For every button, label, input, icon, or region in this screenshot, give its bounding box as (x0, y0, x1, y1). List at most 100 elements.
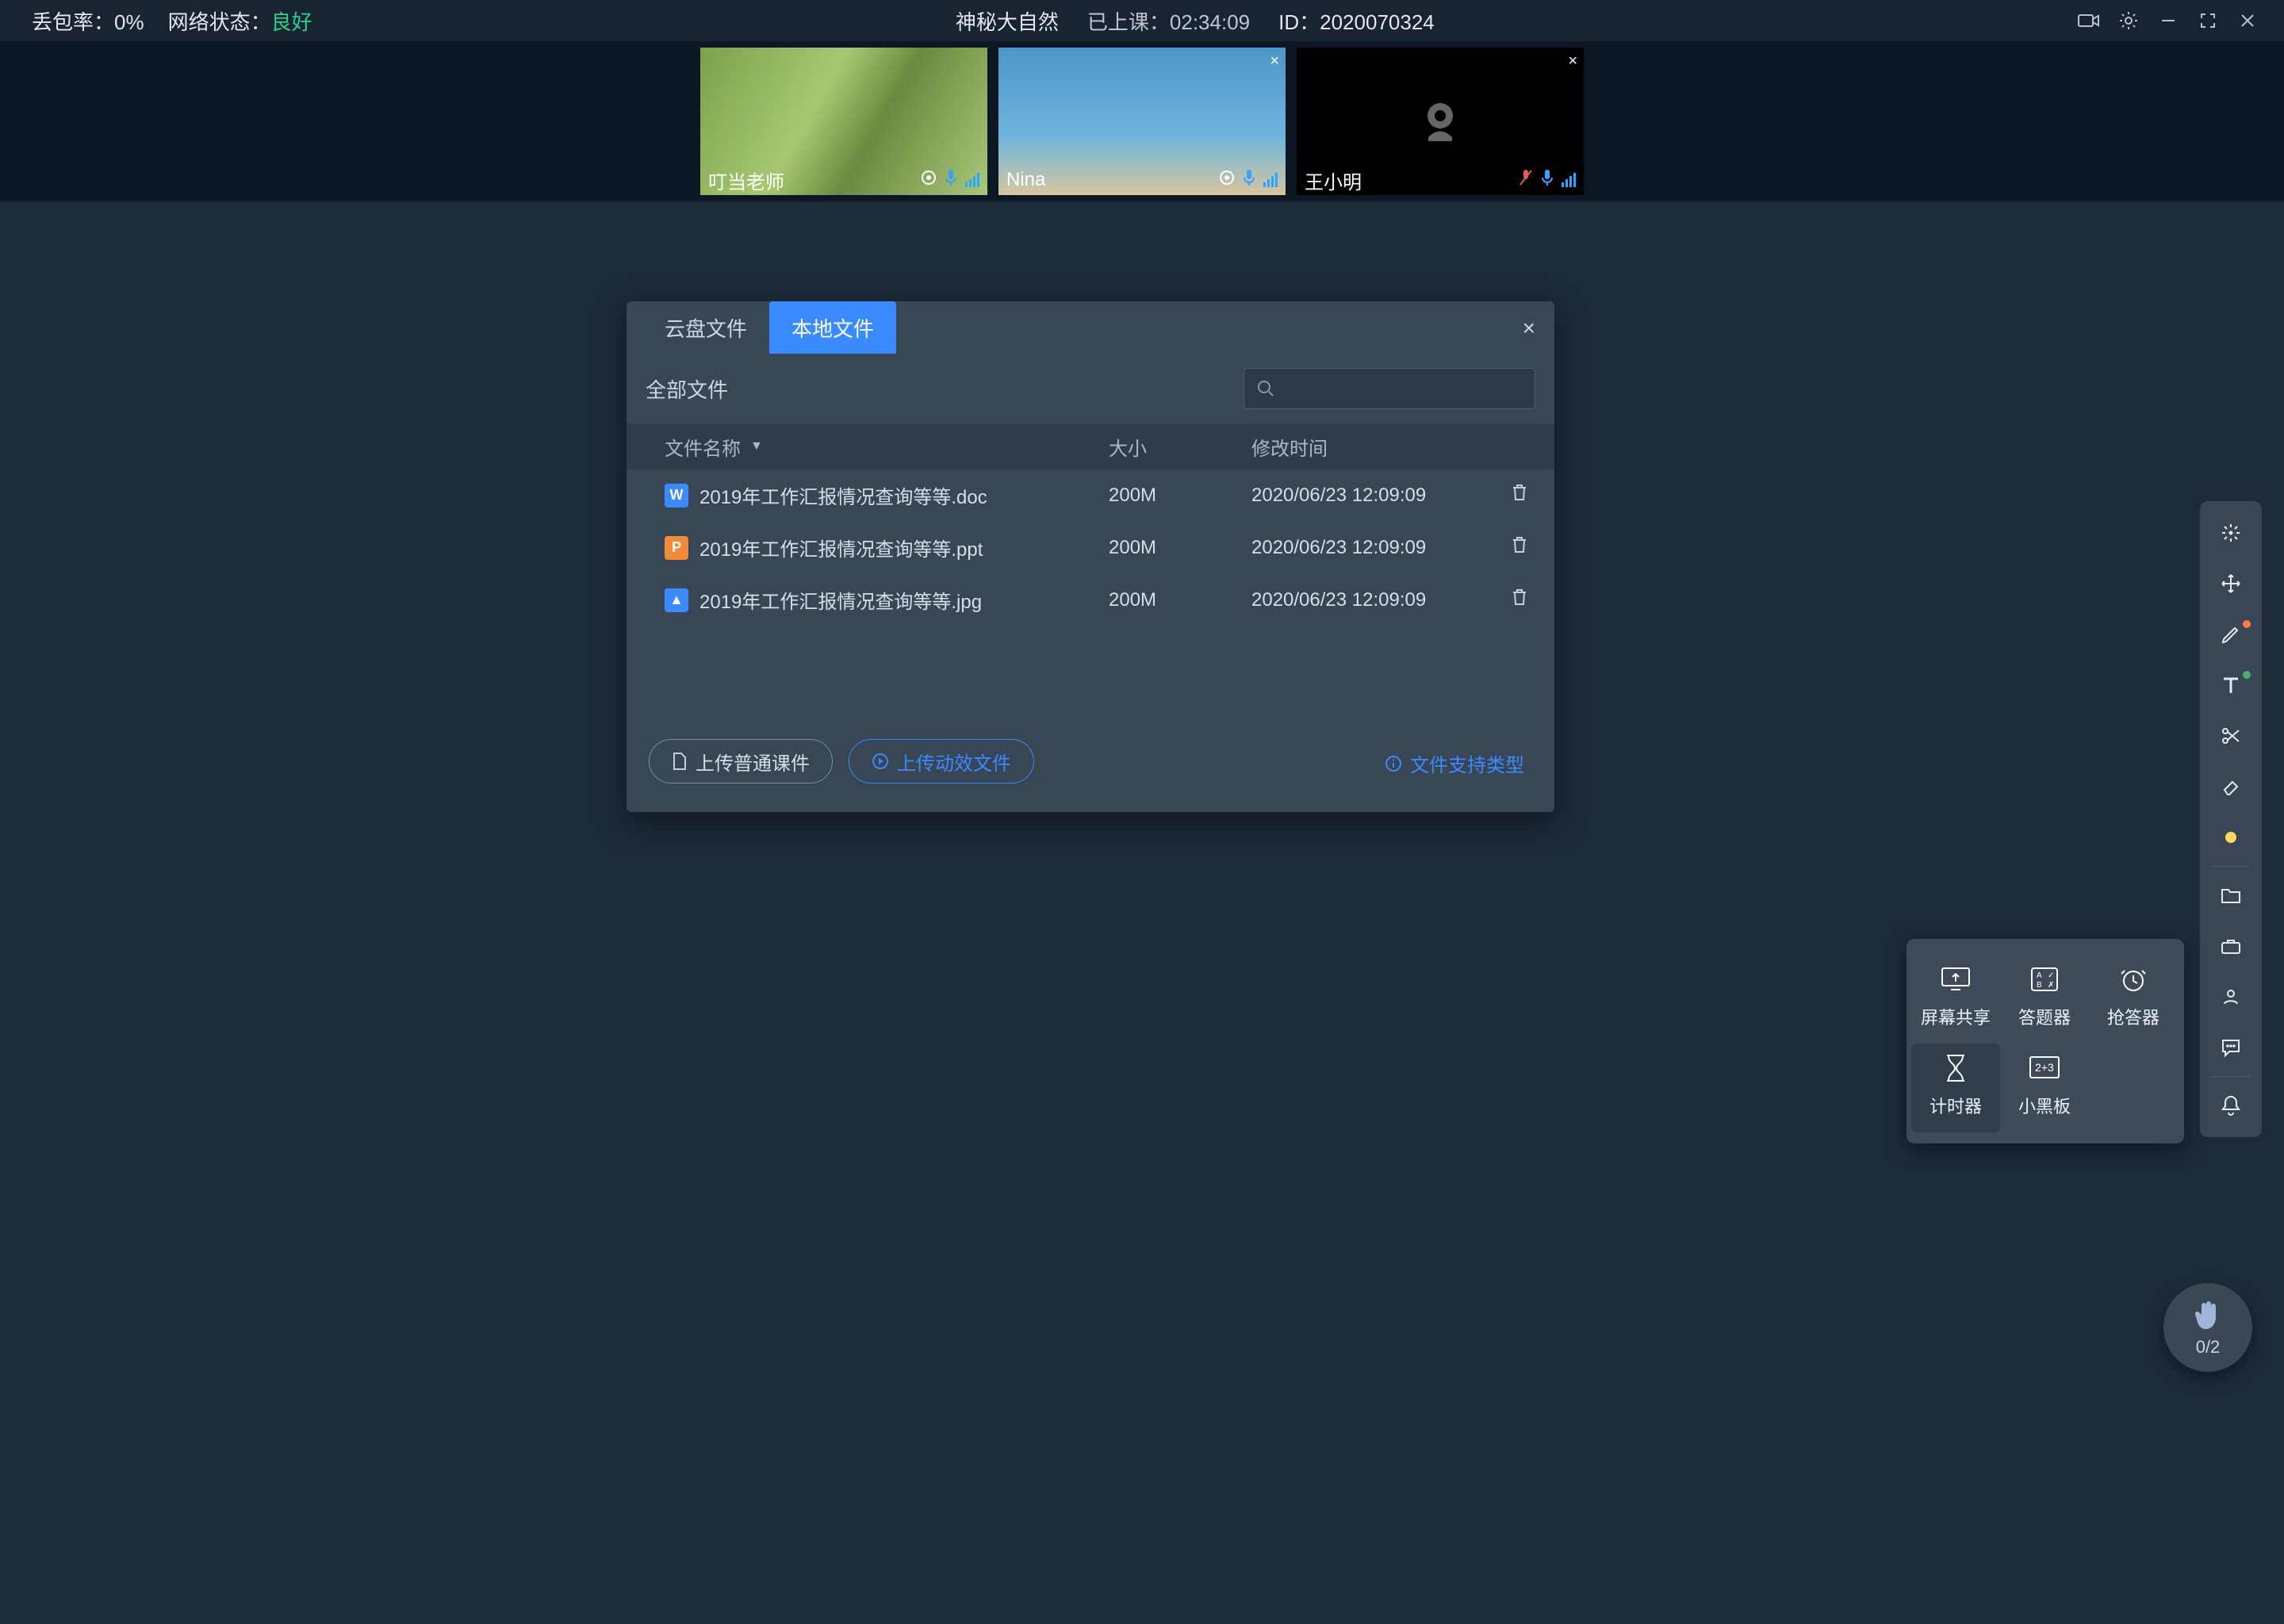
table-header: 文件名称 ▼ 大小 修改时间 (627, 423, 1554, 469)
signal-bars-icon (1562, 173, 1576, 187)
packet-loss-value: 0% (114, 10, 144, 34)
delete-file-icon[interactable] (1504, 588, 1535, 612)
svg-text:✗: ✗ (2048, 981, 2054, 990)
hand-raise-button[interactable]: 0/2 (2163, 1283, 2252, 1372)
participant-close-icon[interactable]: × (1568, 52, 1577, 71)
participant-tile[interactable]: 叮当老师 (700, 48, 987, 195)
network-status-label: 网络状态： (168, 10, 271, 34)
right-toolbar (2200, 501, 2262, 1137)
participant-name: 王小明 (1305, 167, 1362, 194)
mic-muted-icon (1519, 169, 1533, 192)
sort-desc-icon[interactable]: ▼ (750, 439, 763, 454)
table-row[interactable]: P 2019年工作汇报情况查询等等.ppt 200M 2020/06/23 12… (627, 522, 1554, 574)
room-id-label: ID： (1278, 10, 1320, 34)
pen-tool[interactable] (2200, 609, 2262, 660)
file-size: 200M (1109, 485, 1251, 507)
search-field[interactable] (1274, 377, 1522, 400)
tab-cloud-files[interactable]: 云盘文件 (642, 301, 769, 354)
file-mtime: 2020/06/23 12:09:09 (1251, 589, 1504, 611)
blackboard-tool[interactable]: 2+3 小黑板 (2000, 1044, 2089, 1132)
ppt-file-icon: P (665, 536, 688, 560)
camera-toggle-icon[interactable] (2078, 10, 2100, 32)
toolbox-tool[interactable] (2200, 921, 2262, 971)
quiz-icon: A ✓ B ✗ (2025, 963, 2064, 996)
filter-all-files[interactable]: 全部文件 (646, 374, 728, 404)
hourglass-icon (1937, 1051, 1975, 1085)
color-picker-tool[interactable] (2200, 812, 2262, 863)
mic-icon (1243, 169, 1255, 192)
file-size: 200M (1109, 537, 1251, 559)
screen-share-tool[interactable]: 屏幕共享 (1911, 955, 2000, 1044)
top-bar: 丢包率：0% 网络状态：良好 神秘大自然 已上课：02:34:09 ID：202… (0, 0, 2284, 41)
hand-raise-count: 0/2 (2196, 1337, 2221, 1358)
video-strip: 叮当老师 × Nina × 王小明 (0, 41, 2284, 201)
quiz-tool[interactable]: A✓B✗ 答题器 (2000, 955, 2089, 1044)
participant-tile[interactable]: × Nina (998, 48, 1286, 195)
file-name: 2019年工作汇报情况查询等等.doc (699, 481, 987, 509)
delete-file-icon[interactable] (1504, 535, 1535, 560)
text-tool[interactable] (2200, 660, 2262, 710)
elapsed-label: 已上课： (1087, 10, 1170, 34)
participant-close-icon[interactable]: × (1270, 52, 1279, 71)
camera-status-icon (921, 169, 937, 191)
alarm-clock-icon (2114, 963, 2152, 996)
buzzer-tool[interactable]: 抢答器 (2089, 955, 2178, 1044)
info-icon (1385, 755, 1402, 772)
svg-text:2+3: 2+3 (2035, 1061, 2054, 1074)
move-tool[interactable] (2200, 558, 2262, 609)
users-tool[interactable] (2200, 971, 2262, 1022)
files-tool[interactable] (2200, 870, 2262, 921)
mic-icon (945, 169, 957, 192)
bell-tool[interactable] (2200, 1080, 2262, 1131)
chat-tool[interactable] (2200, 1022, 2262, 1073)
document-icon (672, 752, 688, 771)
svg-text:✓: ✓ (2048, 971, 2054, 980)
table-row[interactable]: W 2019年工作汇报情况查询等等.doc 200M 2020/06/23 12… (627, 469, 1554, 522)
upload-normal-button[interactable]: 上传普通课件 (649, 739, 833, 783)
col-name[interactable]: 文件名称 (665, 433, 741, 461)
room-id-value: 2020070324 (1320, 10, 1435, 34)
file-mtime: 2020/06/23 12:09:09 (1251, 537, 1504, 559)
dialog-close-icon[interactable]: × (1523, 316, 1535, 341)
participant-tile[interactable]: × 王小明 (1297, 48, 1584, 195)
svg-text:B: B (2037, 981, 2042, 990)
minimize-icon[interactable] (2157, 10, 2179, 32)
svg-text:A: A (2037, 971, 2042, 980)
signal-bars-icon (965, 173, 979, 187)
mic-icon (1541, 169, 1554, 192)
blackboard-icon: 2+3 (2025, 1051, 2064, 1085)
close-window-icon[interactable] (2236, 10, 2259, 32)
doc-file-icon: W (665, 484, 688, 508)
participant-name: Nina (1006, 169, 1045, 191)
elapsed-value: 02:34:09 (1170, 10, 1250, 34)
file-name: 2019年工作汇报情况查询等等.ppt (699, 534, 983, 561)
scissors-tool[interactable] (2200, 710, 2262, 761)
network-status-value: 良好 (271, 10, 312, 34)
tools-popover: 屏幕共享 A✓B✗ 答题器 抢答器 计时器 2+3 小黑板 (1907, 939, 2184, 1143)
supported-types-link[interactable]: 文件支持类型 (1385, 749, 1524, 777)
upload-dynamic-button[interactable]: 上传动效文件 (849, 739, 1034, 783)
camera-status-icon (1219, 169, 1235, 191)
col-mtime[interactable]: 修改时间 (1251, 433, 1535, 461)
laser-pointer-tool[interactable] (2200, 508, 2262, 558)
file-size: 200M (1109, 589, 1251, 611)
settings-gear-icon[interactable] (2117, 10, 2140, 32)
signal-bars-icon (1263, 173, 1278, 187)
search-icon (1257, 380, 1274, 397)
packet-loss-label: 丢包率： (32, 10, 114, 34)
participant-name: 叮当老师 (708, 167, 784, 194)
fullscreen-icon[interactable] (2197, 10, 2219, 32)
col-size[interactable]: 大小 (1109, 433, 1251, 461)
file-mtime: 2020/06/23 12:09:09 (1251, 485, 1504, 507)
timer-tool[interactable]: 计时器 (1911, 1044, 2000, 1132)
room-title: 神秘大自然 (956, 6, 1059, 36)
hand-icon (2192, 1297, 2224, 1332)
eraser-tool[interactable] (2200, 761, 2262, 812)
table-row[interactable]: ▲ 2019年工作汇报情况查询等等.jpg 200M 2020/06/23 12… (627, 574, 1554, 626)
play-circle-icon (872, 753, 889, 770)
search-input[interactable] (1244, 368, 1535, 409)
image-file-icon: ▲ (665, 588, 688, 612)
file-name: 2019年工作汇报情况查询等等.jpg (699, 586, 982, 614)
delete-file-icon[interactable] (1504, 483, 1535, 508)
tab-local-files[interactable]: 本地文件 (769, 301, 896, 354)
